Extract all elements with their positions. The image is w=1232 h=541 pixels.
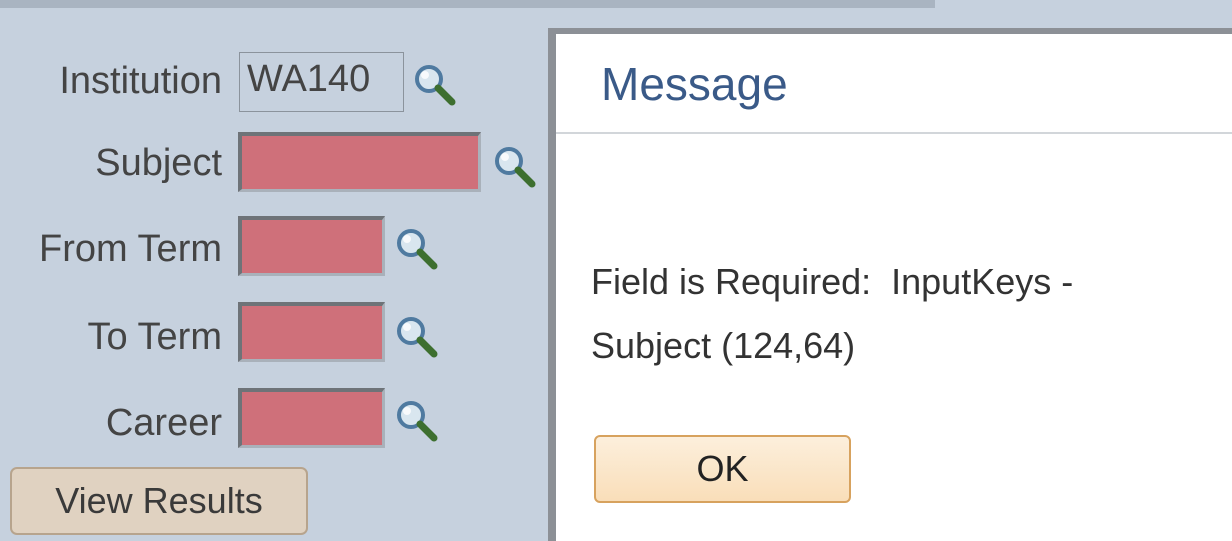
dialog-title: Message (601, 58, 788, 110)
career-lookup-icon[interactable] (394, 398, 438, 442)
institution-label: Institution (59, 60, 222, 102)
to-term-label: To Term (87, 316, 222, 358)
to-term-input[interactable] (238, 302, 385, 362)
from-term-lookup-icon[interactable] (394, 226, 438, 270)
subject-lookup-icon[interactable] (492, 144, 536, 188)
view-results-button[interactable]: View Results (10, 467, 308, 535)
message-dialog: Message Field is Required: InputKeys - S… (556, 34, 1232, 541)
dialog-message: Field is Required: InputKeys - Subject (… (591, 261, 1074, 366)
from-term-input[interactable] (238, 216, 385, 276)
institution-lookup-icon[interactable] (412, 62, 456, 106)
dialog-divider (556, 132, 1232, 134)
subject-input[interactable] (238, 132, 481, 192)
ok-button[interactable]: OK (594, 435, 851, 503)
top-divider (0, 0, 935, 8)
career-input[interactable] (238, 388, 385, 448)
career-label: Career (105, 402, 222, 444)
to-term-lookup-icon[interactable] (394, 314, 438, 358)
search-page: Institution WA140 Subject From Term To T… (0, 0, 1232, 541)
institution-input[interactable]: WA140 (239, 52, 404, 112)
subject-label: Subject (95, 142, 222, 184)
from-term-label: From Term (39, 228, 222, 270)
